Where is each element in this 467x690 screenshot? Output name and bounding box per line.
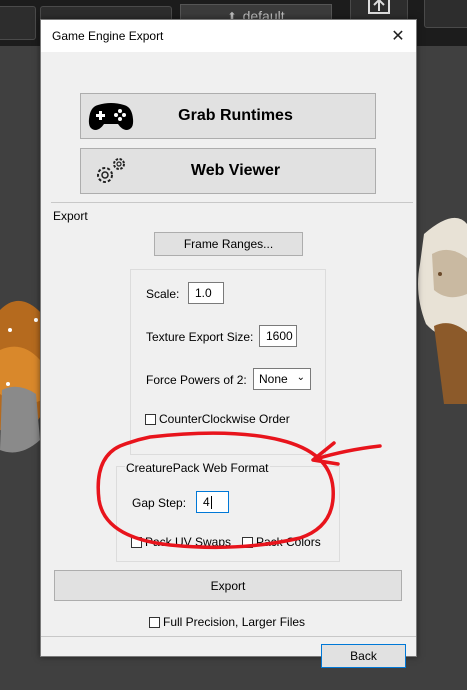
grab-runtimes-label: Grab Runtimes	[178, 107, 293, 124]
gamepad-icon	[81, 94, 141, 138]
export-button[interactable]: Export	[54, 570, 402, 601]
texture-size-value: 1600	[266, 329, 293, 343]
dialog-titlebar[interactable]: Game Engine Export ✕	[41, 20, 416, 52]
texture-size-label: Texture Export Size:	[146, 330, 254, 344]
ccw-checkbox[interactable]	[145, 413, 156, 425]
host-toolbar-button[interactable]	[424, 0, 467, 28]
export-button-label: Export	[210, 578, 246, 593]
full-precision-checkbox-row[interactable]: Full Precision, Larger Files	[149, 615, 305, 629]
creaturepack-label: CreaturePack Web Format	[125, 461, 270, 475]
creature-bird-art	[418, 217, 467, 404]
web-viewer-label: Web Viewer	[190, 162, 281, 179]
creature-fox-art	[0, 300, 44, 453]
dialog-title: Game Engine Export	[52, 29, 164, 43]
back-label: Back	[350, 649, 377, 663]
frame-ranges-button[interactable]: Frame Ranges...	[154, 232, 303, 256]
scale-input[interactable]: 1.0	[188, 282, 224, 304]
pack-colors-label: Pack Colors	[256, 535, 321, 549]
gears-icon	[81, 149, 141, 193]
pack-uv-checkbox-row[interactable]: Pack UV Swaps	[131, 535, 231, 549]
dialog-body: Grab Runtimes Web Viewer Export Frame Ra…	[41, 52, 416, 668]
ccw-label: CounterClockwise Order	[159, 412, 290, 426]
scale-label: Scale:	[146, 287, 180, 301]
grab-runtimes-button[interactable]: Grab Runtimes	[80, 93, 376, 139]
pack-uv-checkbox[interactable]	[131, 536, 142, 548]
scale-value: 1.0	[195, 286, 212, 300]
gap-step-value: 4	[203, 495, 210, 509]
close-button[interactable]: ✕	[380, 20, 416, 52]
texture-size-input[interactable]: 1600	[259, 325, 297, 347]
ccw-checkbox-row[interactable]: CounterClockwise Order	[145, 412, 290, 426]
gap-step-input[interactable]: 4	[196, 491, 229, 513]
web-viewer-button[interactable]: Web Viewer	[80, 148, 376, 194]
close-icon: ✕	[391, 28, 405, 45]
chevron-down-icon: ⌄	[296, 372, 305, 383]
force-pow2-select[interactable]: None ⌄	[253, 368, 311, 390]
gap-step-label: Gap Step:	[132, 496, 187, 510]
full-precision-checkbox[interactable]	[149, 616, 160, 628]
export-section-label: Export	[53, 209, 88, 223]
force-pow2-label: Force Powers of 2:	[146, 373, 247, 387]
host-toolbar-button[interactable]	[0, 6, 36, 40]
pack-colors-checkbox[interactable]	[242, 536, 253, 548]
pack-uv-label: Pack UV Swaps	[145, 535, 232, 549]
back-button[interactable]: Back	[321, 644, 406, 668]
frame-ranges-label: Frame Ranges...	[183, 237, 274, 251]
full-precision-label: Full Precision, Larger Files	[163, 615, 306, 629]
export-dialog: Game Engine Export ✕ Grab Runtimes Web V…	[40, 19, 417, 668]
divider	[41, 636, 416, 637]
pack-colors-checkbox-row[interactable]: Pack Colors	[242, 535, 321, 549]
divider	[51, 202, 413, 203]
text-caret	[210, 495, 212, 509]
force-pow2-value: None	[259, 372, 288, 386]
